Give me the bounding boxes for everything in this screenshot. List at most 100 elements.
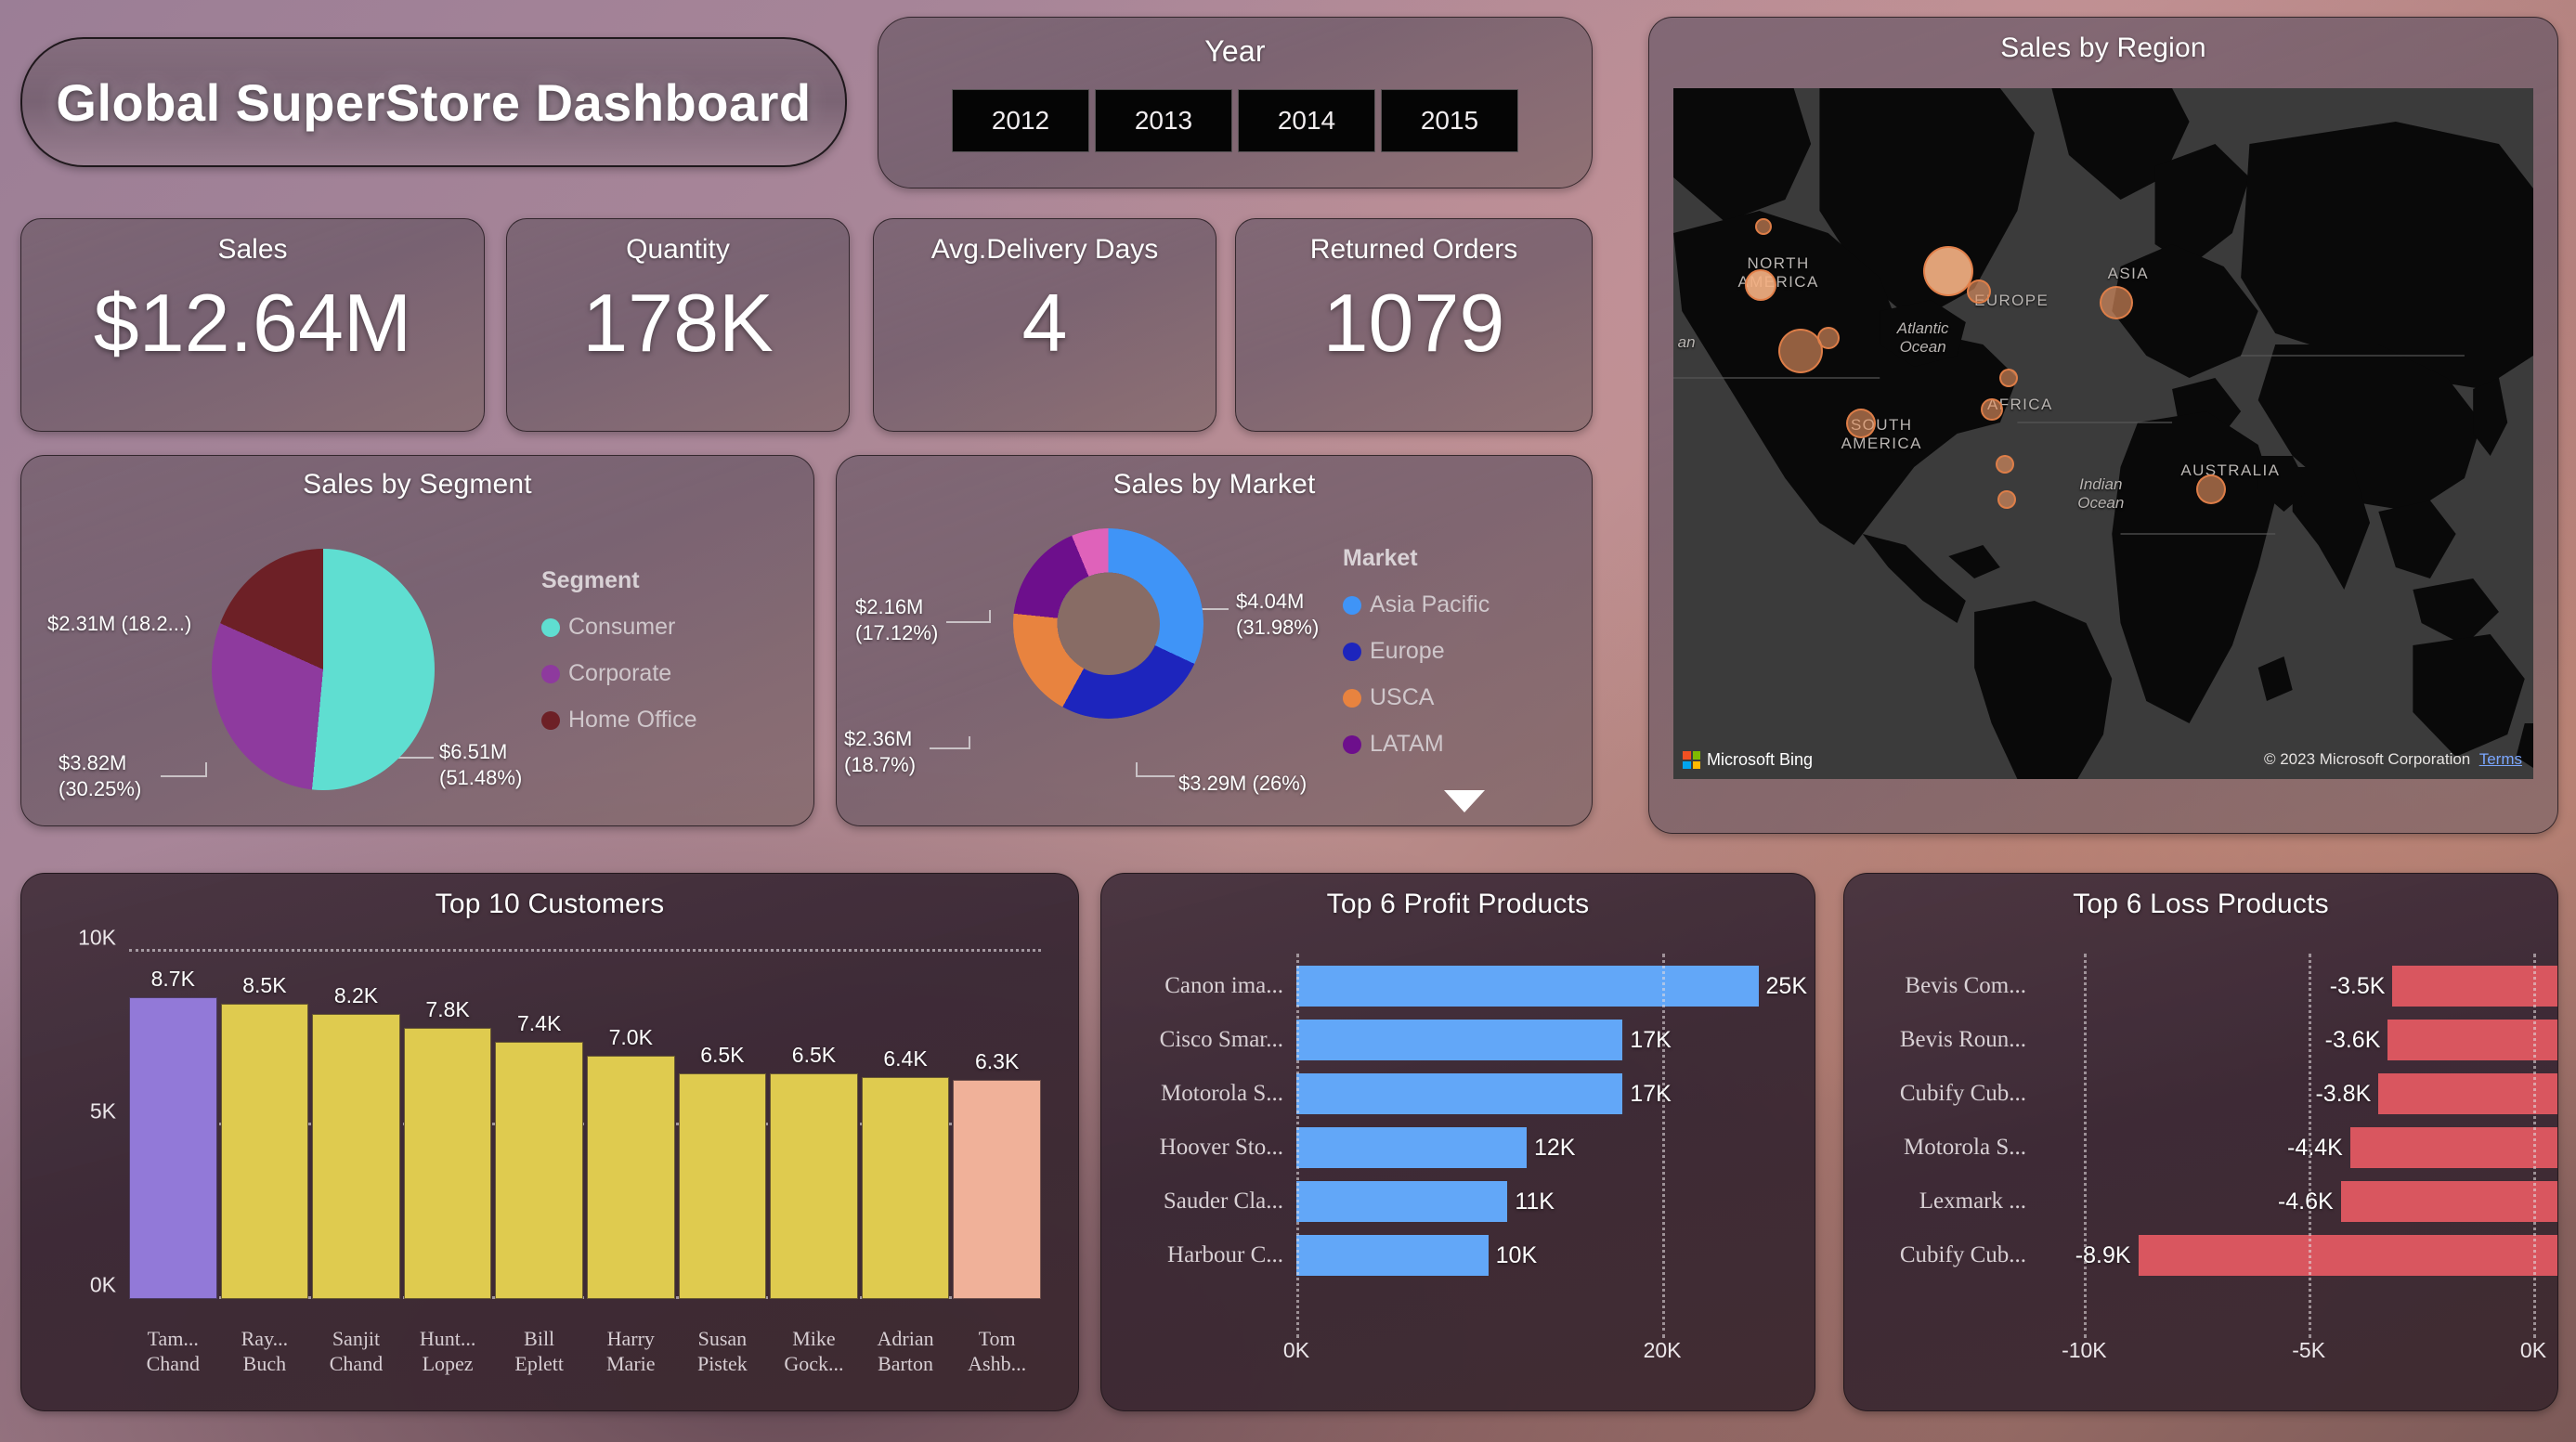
bar-column[interactable]: 8.5K (220, 952, 309, 1299)
profit-axis-tick: 20K (1643, 1338, 1682, 1362)
year-option-2014[interactable]: 2014 (1238, 89, 1375, 152)
loss-row[interactable]: Lexmark ... -4.6K (1844, 1175, 2557, 1228)
y-axis-tick: 10K (78, 925, 116, 950)
map-copyright-text: © 2023 Microsoft Corporation (2263, 750, 2471, 768)
loss-row[interactable]: Cubify Cub... -3.8K (1844, 1067, 2557, 1121)
bar[interactable] (861, 1076, 950, 1299)
market-legend-label: Europe (1370, 638, 1445, 664)
profit-row[interactable]: Canon ima... 25K (1101, 959, 1815, 1013)
segment-legend-title: Segment (541, 567, 640, 593)
profit-bar[interactable] (1296, 1020, 1623, 1060)
top-10-customers-plot[interactable]: 0K 5K 10K 8.7K 8.5K 8.2K 7.8K 7.4K 7.0K 6.5K 6.5K 6… (78, 926, 1041, 1299)
map-bubble[interactable] (2099, 285, 2133, 319)
bar[interactable] (312, 1014, 400, 1299)
map-bubble[interactable] (1997, 489, 2017, 509)
year-option-2012[interactable]: 2012 (952, 89, 1089, 152)
market-donut-chart[interactable] (1013, 528, 1203, 719)
loss-bars[interactable]: Bevis Com... -3.5K Bevis Roun... -3.6K Cubif… (1844, 959, 2557, 1282)
market-legend-item-latam[interactable]: LATAM (1343, 731, 1490, 758)
map-bubble[interactable] (1816, 327, 1840, 350)
bar[interactable] (220, 1004, 309, 1299)
x-label-line1: Hunt... (419, 1327, 476, 1351)
year-option-2013[interactable]: 2013 (1095, 89, 1232, 152)
gridline (2084, 954, 2088, 1338)
year-slicer-title: Year (1204, 34, 1266, 68)
bar[interactable] (129, 996, 217, 1299)
map-bubble[interactable] (1778, 328, 1824, 373)
gridline (1296, 954, 1299, 1338)
bar-column[interactable]: 6.4K (861, 952, 950, 1299)
bar[interactable] (770, 1072, 858, 1299)
bar[interactable] (403, 1028, 492, 1299)
profit-row[interactable]: Motorola S... 17K (1101, 1067, 1815, 1121)
profit-row[interactable]: Harbour C... 10K (1101, 1228, 1815, 1282)
profit-row[interactable]: Cisco Smar... 17K (1101, 1013, 1815, 1067)
bar-column[interactable]: 7.0K (586, 952, 675, 1299)
kpi-card-avg-delivery-days: Avg.Delivery Days 4 (873, 218, 1216, 432)
segment-legend-item-consumer[interactable]: Consumer (541, 614, 696, 641)
year-option-2015[interactable]: 2015 (1381, 89, 1518, 152)
bar[interactable] (586, 1056, 675, 1299)
bar[interactable] (495, 1042, 583, 1299)
loss-row[interactable]: Cubify Cub... -8.9K (1844, 1228, 2557, 1282)
bar-column[interactable]: 8.7K (129, 952, 217, 1299)
profit-category-label: Motorola S... (1161, 1081, 1283, 1106)
pie-callout-corporate-percent: (30.25%) (59, 777, 142, 800)
bing-label: Microsoft Bing (1707, 750, 1814, 769)
market-legend-item-asia-pacific[interactable]: Asia Pacific (1343, 591, 1490, 618)
bar-value-label: 7.4K (517, 1011, 562, 1036)
map-bubble[interactable] (2195, 474, 2226, 504)
map-bubble[interactable] (1845, 408, 1876, 438)
x-axis-category-label: Ray... Buch (221, 1327, 309, 1377)
loss-row[interactable]: Bevis Roun... -3.6K (1844, 1013, 2557, 1067)
loss-bar[interactable] (2138, 1235, 2557, 1276)
map-bubble[interactable] (1755, 217, 1773, 235)
sales-by-region-title: Sales by Region (2000, 32, 2206, 63)
dashboard-root: Global SuperStore Dashboard Year 2012 201… (0, 0, 2576, 1442)
loss-bar[interactable] (2340, 1181, 2557, 1222)
segment-legend-item-home-office[interactable]: Home Office (541, 707, 696, 734)
market-legend-label: Asia Pacific (1370, 591, 1490, 617)
loss-row[interactable]: Bevis Com... -3.5K (1844, 959, 2557, 1013)
market-legend-item-europe[interactable]: Europe (1343, 638, 1490, 665)
donut-callout-usca-value: $2.36M (844, 727, 913, 750)
market-legend-item-usca[interactable]: USCA (1343, 684, 1490, 711)
bar-column[interactable]: 6.3K (953, 952, 1041, 1299)
loss-axis-tick: 0K (2519, 1338, 2547, 1362)
loss-bar[interactable] (2378, 1073, 2557, 1114)
profit-bar[interactable] (1296, 1181, 1508, 1222)
profit-bar[interactable] (1296, 966, 1759, 1007)
kpi-value-sales: $12.64M (93, 277, 412, 369)
region-map[interactable]: NORTH AMERICA SOUTH AMERICA EUROPE AFRICA AS… (1673, 88, 2533, 779)
bar[interactable] (953, 1080, 1041, 1299)
donut-leader-europe (1136, 762, 1175, 777)
microsoft-bing-attribution: Microsoft Bing (1683, 750, 1813, 770)
loss-bar[interactable] (2349, 1127, 2557, 1168)
bar-column[interactable]: 6.5K (770, 952, 858, 1299)
map-bubble[interactable] (1980, 397, 2003, 421)
profit-row[interactable]: Sauder Cla... 11K (1101, 1175, 1815, 1228)
profit-bar[interactable] (1296, 1235, 1489, 1276)
profit-bars[interactable]: Canon ima... 25K Cisco Smar... 17K Motorola … (1101, 959, 1815, 1282)
chevron-down-icon[interactable] (1444, 790, 1485, 812)
profit-value-label: 12K (1534, 1134, 1576, 1161)
segment-legend-item-corporate[interactable]: Corporate (541, 660, 696, 687)
profit-bar[interactable] (1296, 1127, 1527, 1168)
pie-callout-corporate-value: $3.82M (59, 751, 127, 774)
profit-bar[interactable] (1296, 1073, 1623, 1114)
kpi-label-returned-orders: Returned Orders (1309, 234, 1518, 265)
loss-bar[interactable] (2387, 1020, 2557, 1060)
bar-column[interactable]: 7.8K (403, 952, 492, 1299)
bar[interactable] (678, 1072, 767, 1299)
bar-column[interactable]: 8.2K (312, 952, 400, 1299)
map-terms-link[interactable]: Terms (2479, 750, 2522, 768)
bar-column[interactable]: 6.5K (678, 952, 767, 1299)
profit-row[interactable]: Hoover Sto... 12K (1101, 1121, 1815, 1175)
legend-swatch-icon (1343, 595, 1361, 615)
profit-category-label: Canon ima... (1164, 973, 1283, 998)
x-label-line1: Harry (606, 1327, 655, 1351)
map-bubble[interactable] (1995, 455, 2014, 474)
loss-row[interactable]: Motorola S... -4.4K (1844, 1121, 2557, 1175)
segment-pie-chart[interactable] (212, 549, 435, 790)
bar-column[interactable]: 7.4K (495, 952, 583, 1299)
